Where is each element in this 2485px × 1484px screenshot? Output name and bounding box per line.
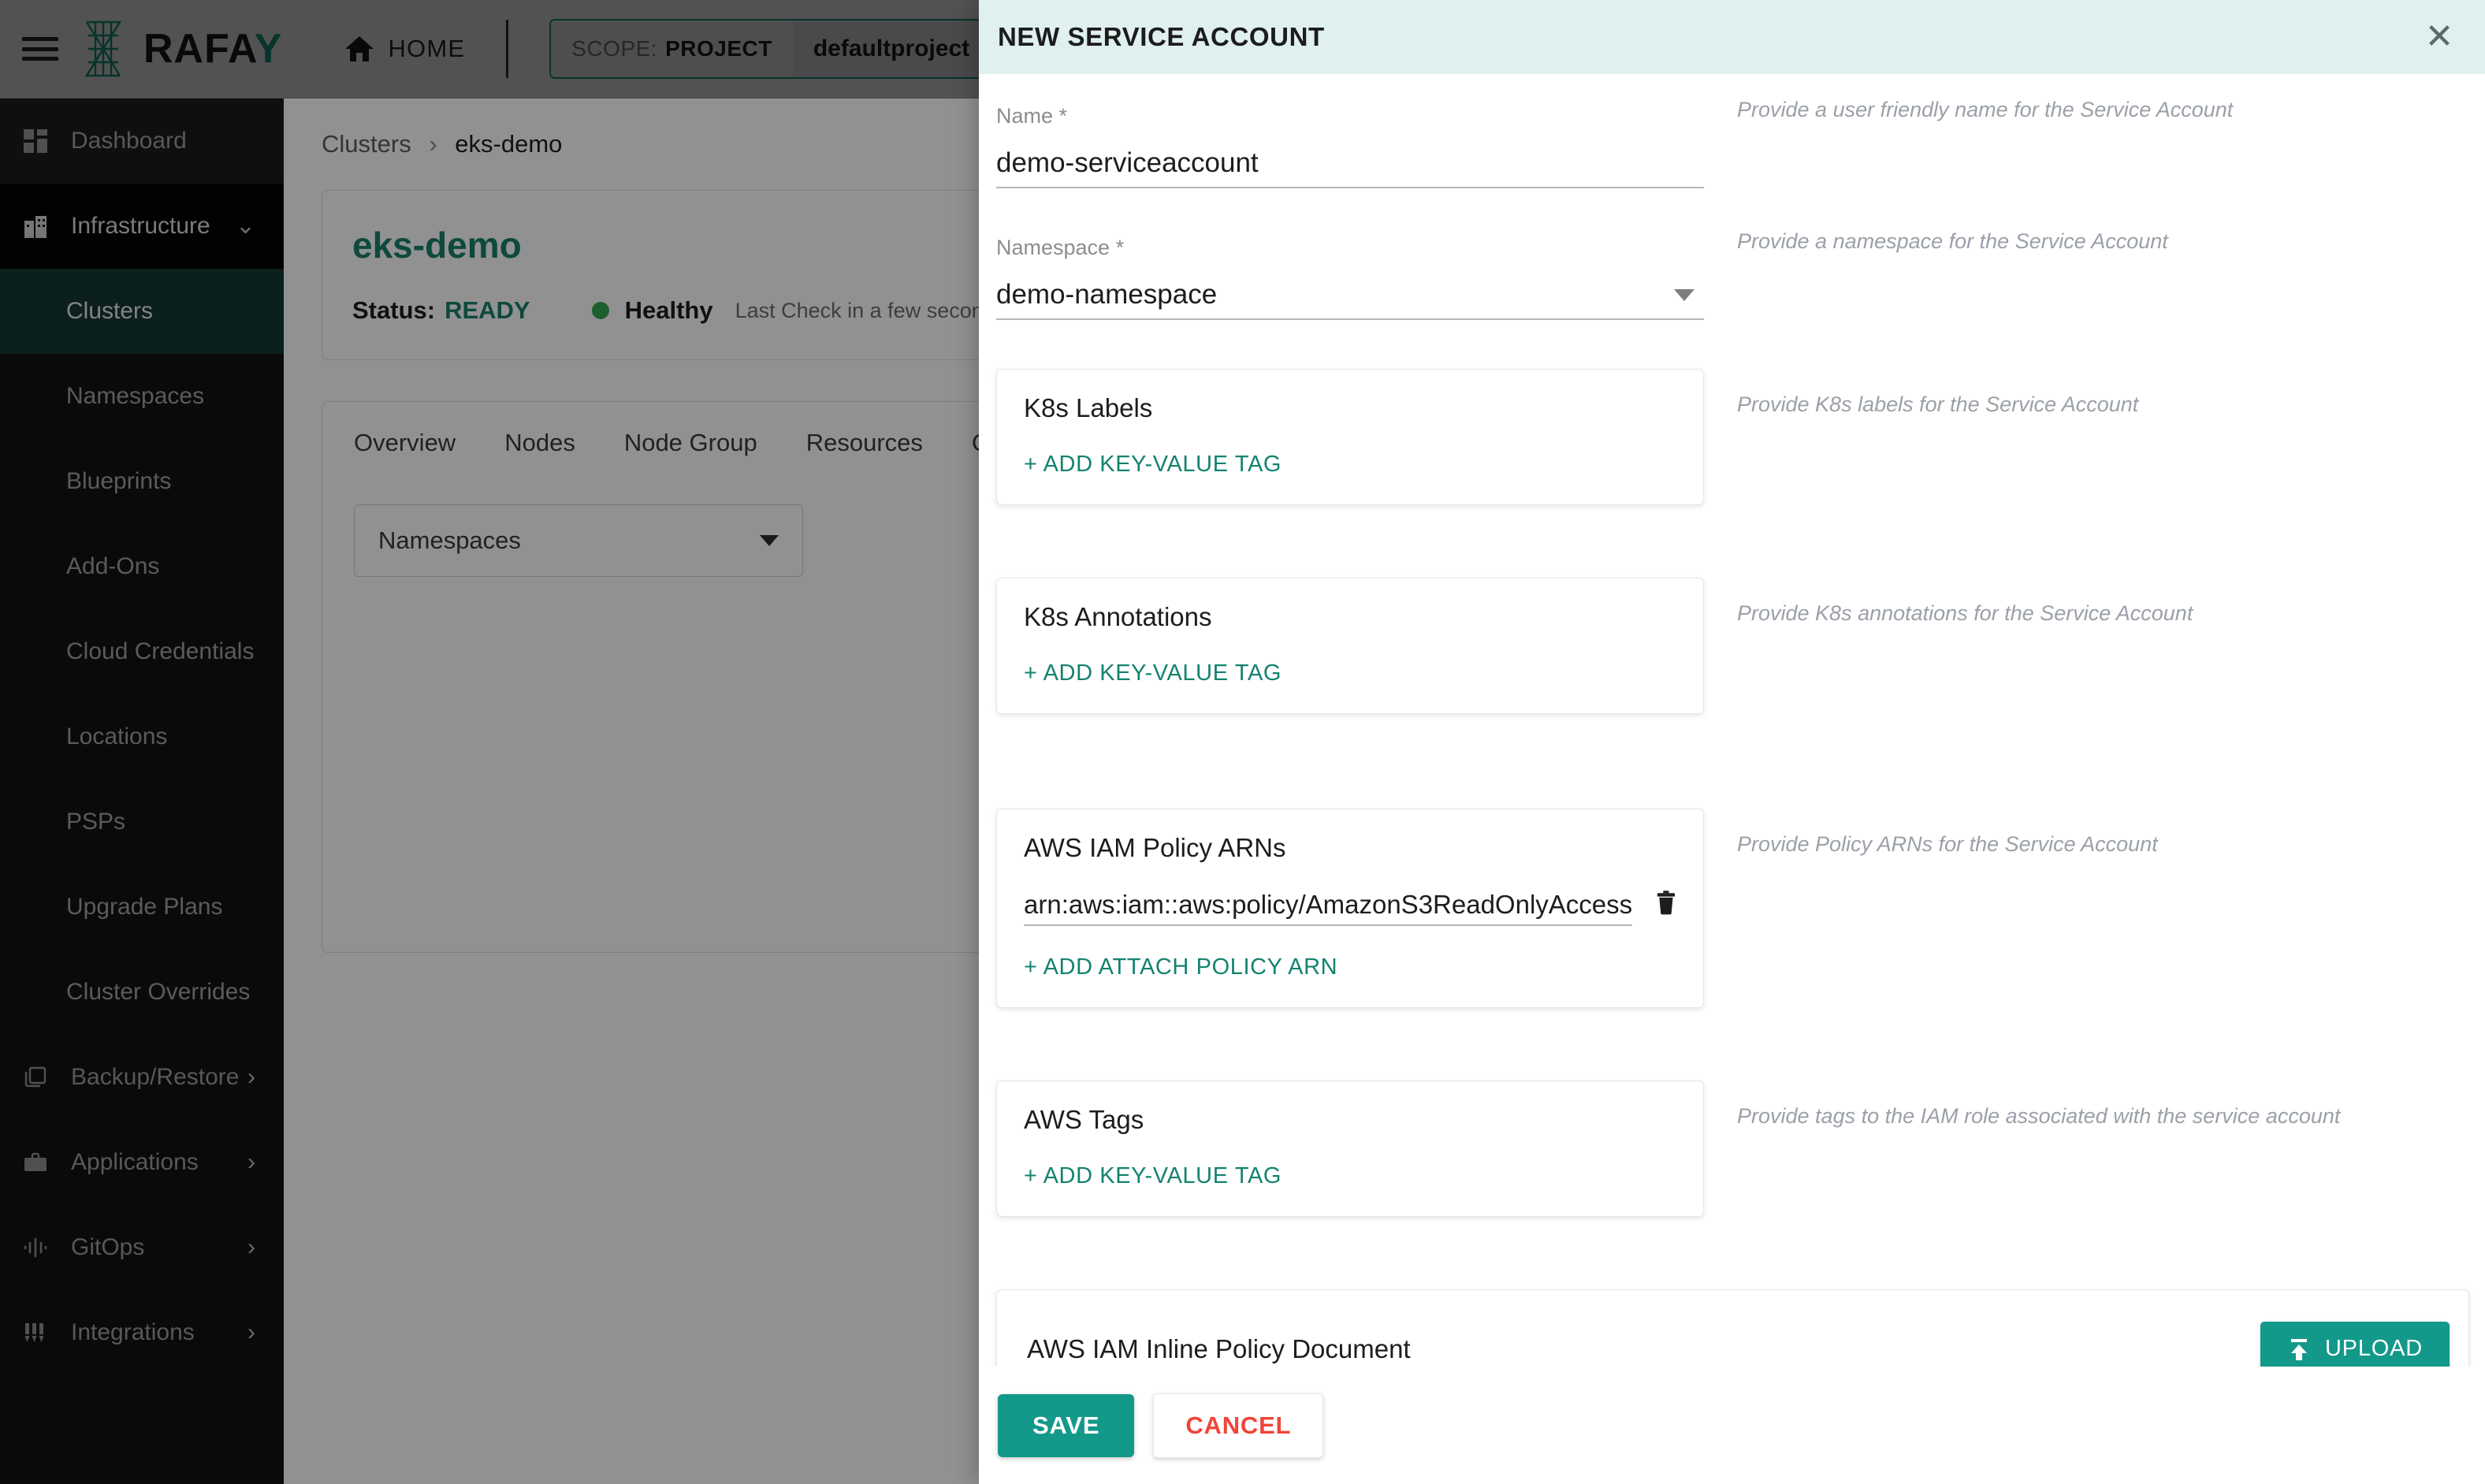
cancel-button[interactable]: CANCEL xyxy=(1153,1393,1324,1458)
name-row: Name * demo-serviceaccount Provide a use… xyxy=(979,74,2485,188)
inline-policy-panel: AWS IAM Inline Policy Document UPLOAD xyxy=(996,1289,2469,1367)
aws-tags-row: AWS Tags + ADD KEY-VALUE TAG Provide tag… xyxy=(979,1080,2485,1217)
k8s-labels-title: K8s Labels xyxy=(1024,393,1153,422)
upload-label: UPLOAD xyxy=(2324,1336,2423,1361)
k8s-annotations-panel: K8s Annotations + ADD KEY-VALUE TAG xyxy=(996,578,1704,714)
app-root: RAFAY HOME SCOPE: PROJECT defaultproject xyxy=(0,0,2485,1484)
policy-arns-row: AWS IAM Policy ARNs arn:aws:iam::aws:pol… xyxy=(979,809,2485,1008)
upload-icon xyxy=(2290,1338,2307,1360)
inline-policy-row: AWS IAM Inline Policy Document UPLOAD xyxy=(979,1289,2485,1367)
k8s-labels-panel: K8s Labels + ADD KEY-VALUE TAG xyxy=(996,369,1704,505)
policy-arns-help-text: Provide Policy ARNs for the Service Acco… xyxy=(1737,832,2158,856)
modal-scrim[interactable] xyxy=(0,0,979,1484)
namespace-row: Namespace * demo-namespace Provide a nam… xyxy=(979,206,2485,320)
modal-body: Name * demo-serviceaccount Provide a use… xyxy=(979,74,2485,1367)
modal-title: NEW SERVICE ACCOUNT xyxy=(998,22,1325,51)
aws-tags-help-text: Provide tags to the IAM role associated … xyxy=(1737,1104,2341,1128)
namespace-select[interactable]: demo-namespace xyxy=(996,271,1704,320)
k8s-annotations-title: K8s Annotations xyxy=(1024,602,1212,631)
policy-arn-value: arn:aws:iam::aws:policy/AmazonS3ReadOnly… xyxy=(1024,890,1633,919)
chevron-down-icon xyxy=(1674,288,1694,301)
name-input-value: demo-serviceaccount xyxy=(996,147,1259,178)
inline-policy-title: AWS IAM Inline Policy Document xyxy=(1027,1333,1411,1363)
save-button[interactable]: SAVE xyxy=(998,1393,1135,1457)
name-label: Name * xyxy=(996,104,1068,128)
modal-footer: SAVE CANCEL xyxy=(979,1367,2485,1484)
k8s-annotations-help-text: Provide K8s annotations for the Service … xyxy=(1737,601,2193,625)
k8s-labels-help-text: Provide K8s labels for the Service Accou… xyxy=(1737,392,2139,416)
namespace-field: Namespace * demo-namespace xyxy=(996,206,1704,320)
namespace-select-value: demo-namespace xyxy=(996,279,1218,310)
namespace-label: Namespace * xyxy=(996,236,1125,259)
add-k8s-label-button[interactable]: + ADD KEY-VALUE TAG xyxy=(1024,452,1676,478)
aws-tags-panel: AWS Tags + ADD KEY-VALUE TAG xyxy=(996,1080,1704,1217)
close-icon[interactable]: ✕ xyxy=(2420,18,2458,56)
add-k8s-annotation-button[interactable]: + ADD KEY-VALUE TAG xyxy=(1024,660,1676,686)
policy-arns-panel: AWS IAM Policy ARNs arn:aws:iam::aws:pol… xyxy=(996,809,1704,1008)
k8s-labels-row: K8s Labels + ADD KEY-VALUE TAG Provide K… xyxy=(979,369,2485,505)
modal-header: NEW SERVICE ACCOUNT ✕ xyxy=(979,0,2485,74)
upload-button[interactable]: UPLOAD xyxy=(2260,1322,2450,1367)
namespace-help-text: Provide a namespace for the Service Acco… xyxy=(1737,229,2168,253)
name-field: Name * demo-serviceaccount xyxy=(996,74,1704,188)
add-aws-tag-button[interactable]: + ADD KEY-VALUE TAG xyxy=(1024,1163,1676,1189)
new-service-account-modal: NEW SERVICE ACCOUNT ✕ Name * demo-servic… xyxy=(979,0,2485,1484)
policy-arn-item: arn:aws:iam::aws:policy/AmazonS3ReadOnly… xyxy=(1024,879,1676,926)
name-help-text: Provide a user friendly name for the Ser… xyxy=(1737,98,2234,121)
k8s-annotations-row: K8s Annotations + ADD KEY-VALUE TAG Prov… xyxy=(979,578,2485,714)
policy-arn-input[interactable]: arn:aws:iam::aws:policy/AmazonS3ReadOnly… xyxy=(1024,879,1633,926)
add-policy-arn-button[interactable]: + ADD ATTACH POLICY ARN xyxy=(1024,954,1676,980)
delete-icon[interactable] xyxy=(1656,882,1676,923)
policy-arns-title: AWS IAM Policy ARNs xyxy=(1024,833,1286,862)
aws-tags-title: AWS Tags xyxy=(1024,1105,1144,1134)
name-input[interactable]: demo-serviceaccount xyxy=(996,139,1704,188)
